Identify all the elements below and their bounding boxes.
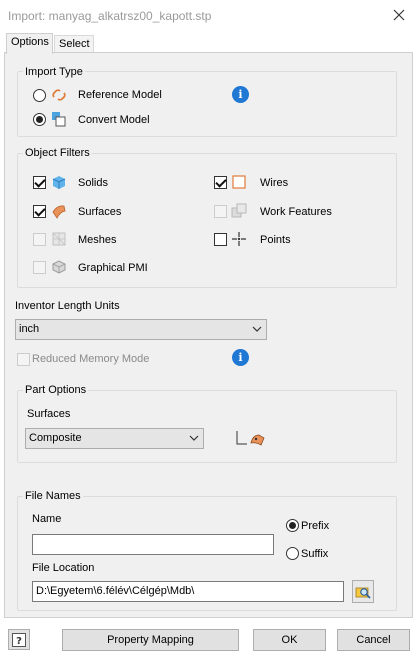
reduced-memory-checkbox[interactable] [17, 353, 30, 366]
tab-options[interactable]: Options [6, 33, 53, 54]
part-surfaces-label: Surfaces [27, 408, 71, 420]
part-surfaces-value: Composite [29, 432, 82, 444]
wires-label: Wires [260, 177, 289, 189]
surfaces-label: Surfaces [78, 206, 122, 218]
graphical-pmi-checkbox[interactable] [33, 261, 46, 274]
window-title: Import: manyag_alkatrsz00_kapott.stp [8, 9, 212, 23]
chevron-down-icon [189, 435, 199, 441]
convert-model-icon [52, 112, 66, 127]
object-filters-group [17, 153, 397, 288]
length-units-select[interactable]: inch [15, 319, 267, 340]
file-location-input[interactable]: D:\Egyetem\6.félév\Célgép\Mdb\ [32, 581, 344, 602]
meshes-label: Meshes [78, 234, 117, 246]
file-names-title: File Names [23, 490, 83, 502]
surfaces-icon [52, 205, 66, 219]
browse-button[interactable] [352, 580, 374, 603]
tab-bar: Options Select [0, 30, 417, 54]
solids-label: Solids [78, 177, 108, 189]
browse-folder-icon [355, 587, 371, 599]
wires-icon [232, 175, 246, 189]
options-panel: Import Type Reference Model Convert Mode… [4, 52, 413, 618]
file-location-label: File Location [32, 562, 95, 574]
suffix-label: Suffix [301, 548, 329, 560]
cancel-button[interactable]: Cancel [337, 629, 410, 651]
help-icon: ? [12, 633, 26, 647]
length-units-value: inch [19, 323, 40, 335]
chevron-down-icon [252, 326, 262, 332]
import-type-title: Import Type [23, 66, 85, 78]
reduced-memory-label: Reduced Memory Mode [32, 353, 150, 365]
wires-checkbox[interactable] [214, 176, 227, 189]
part-options-group [17, 390, 397, 463]
close-button[interactable] [387, 4, 411, 26]
meshes-checkbox[interactable] [33, 233, 46, 246]
close-icon [393, 9, 405, 21]
title-bar: Import: manyag_alkatrsz00_kapott.stp [0, 0, 417, 30]
meshes-icon [52, 232, 66, 246]
import-type-info-icon[interactable]: i [232, 86, 249, 103]
import-type-group [17, 71, 397, 137]
points-label: Points [260, 234, 291, 246]
reference-model-label: Reference Model [78, 89, 162, 101]
svg-text:?: ? [16, 636, 22, 647]
part-options-title: Part Options [23, 384, 89, 396]
solids-checkbox[interactable] [33, 176, 46, 189]
prefix-label: Prefix [301, 520, 330, 532]
prefix-radio[interactable] [286, 519, 299, 532]
part-surfaces-select[interactable]: Composite [25, 428, 204, 449]
surfaces-checkbox[interactable] [33, 205, 46, 218]
ok-button[interactable]: OK [253, 629, 326, 651]
length-units-label: Inventor Length Units [15, 300, 120, 312]
reduced-memory-info-icon[interactable]: i [232, 349, 249, 366]
graphical-pmi-label: Graphical PMI [78, 262, 148, 274]
composite-surface-icon [236, 431, 265, 446]
work-features-label: Work Features [260, 206, 332, 218]
reference-model-radio[interactable] [33, 89, 46, 102]
name-input[interactable] [32, 534, 274, 555]
property-mapping-button[interactable]: Property Mapping [62, 629, 239, 651]
work-features-icon [231, 203, 247, 218]
work-features-checkbox[interactable] [214, 205, 227, 218]
suffix-radio[interactable] [286, 547, 299, 560]
points-icon [232, 232, 246, 246]
name-label: Name [32, 513, 62, 525]
points-checkbox[interactable] [214, 233, 227, 246]
convert-model-label: Convert Model [78, 114, 150, 126]
convert-model-radio[interactable] [33, 113, 46, 126]
solids-cube-icon [52, 176, 66, 189]
reference-model-icon [52, 89, 66, 101]
object-filters-title: Object Filters [23, 147, 92, 159]
help-button[interactable]: ? [8, 629, 30, 650]
graphical-pmi-icon [52, 260, 66, 274]
